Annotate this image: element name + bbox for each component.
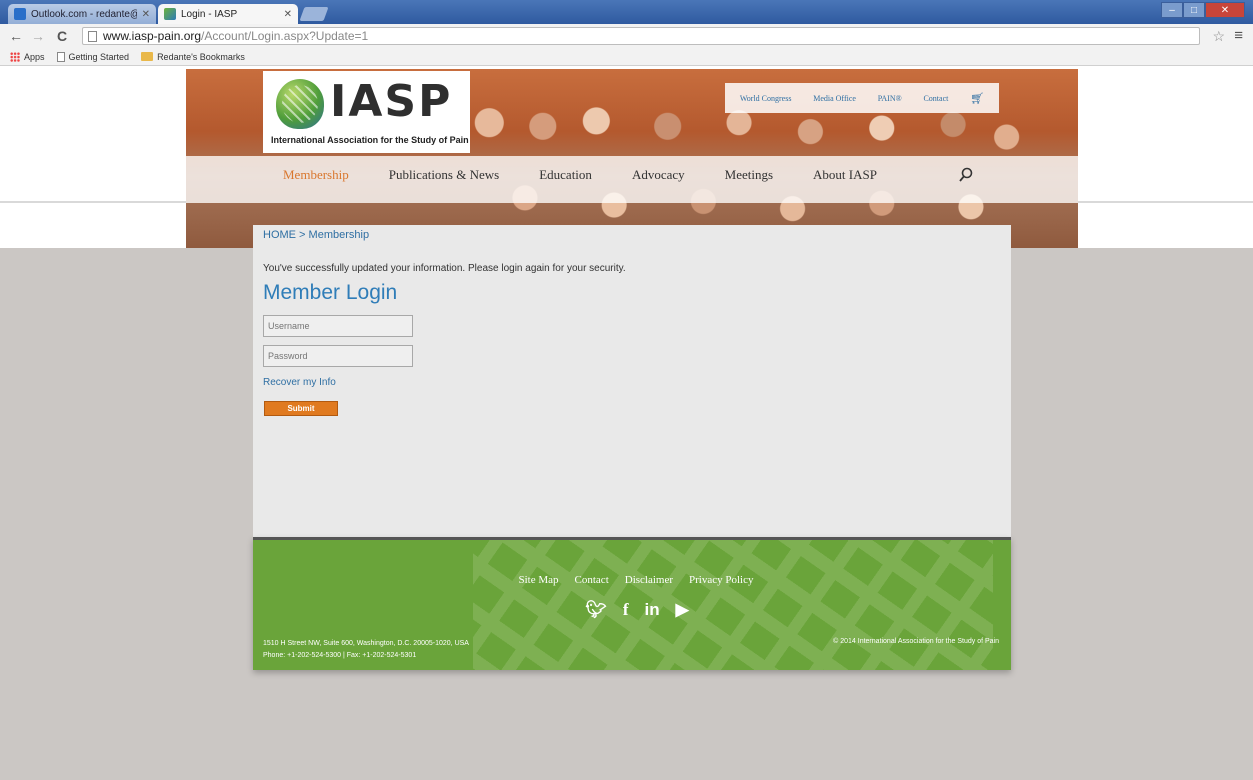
page-icon [56,51,65,62]
recover-info-link[interactable]: Recover my Info [263,377,336,388]
utility-nav: World Congress Media Office PAIN® Contac… [725,83,999,113]
tab-title: Login - IASP [181,8,238,20]
footer-link-site-map[interactable]: Site Map [519,574,559,586]
forward-arrow-icon[interactable]: → [30,28,46,44]
close-window-icon[interactable]: ✕ [1205,2,1245,18]
site-footer: Site Map Contact Disclaimer Privacy Poli… [253,537,1011,670]
bookmark-apps[interactable]: Apps [10,51,45,62]
url-path: /Account/Login.aspx?Update=1 [201,29,369,43]
url-host: www.iasp-pain.org [103,29,202,43]
footer-link-disclaimer[interactable]: Disclaimer [625,574,673,586]
twitter-icon[interactable]: 🐦︎ [585,600,607,620]
footer-address: 1510 H Street NW, Suite 600, Washington,… [263,638,469,662]
footer-link-contact[interactable]: Contact [575,574,609,586]
nav-publications-news[interactable]: Publications & News [389,167,500,183]
page-title: Member Login [263,281,398,304]
tab-title: Outlook.com - redante@ [31,8,137,20]
search-icon[interactable] [959,167,973,183]
password-input[interactable] [263,345,413,367]
close-tab-icon[interactable]: ✕ [284,9,292,20]
address-line: 1510 H Street NW, Suite 600, Washington,… [263,640,469,647]
social-links: 🐦︎ f in ▶ [253,600,1011,620]
footer-link-privacy-policy[interactable]: Privacy Policy [689,574,753,586]
reload-icon[interactable]: C [54,28,70,44]
logo-subtitle: International Association for the Study … [271,135,469,145]
nav-advocacy[interactable]: Advocacy [632,167,685,183]
browser-titlebar: Outlook.com - redante@ ✕ Login - IASP ✕ … [0,0,1253,24]
iasp-favicon-icon [164,8,176,20]
bookmarks-bar: Apps Getting Started Redante's Bookmarks [0,48,1253,66]
phone-line: Phone: +1-202-524-5300 | Fax: +1-202-524… [263,652,417,659]
nav-membership[interactable]: Membership [283,167,349,183]
footer-copyright: © 2014 International Association for the… [833,638,999,645]
window-controls: – □ ✕ [1161,2,1245,18]
menu-icon[interactable]: ≡ [1234,27,1243,44]
bookmark-folder[interactable]: Redante's Bookmarks [141,52,245,62]
nav-meetings[interactable]: Meetings [725,167,773,183]
logo-text: IASP [330,76,453,127]
address-bar[interactable]: www.iasp-pain.org/Account/Login.aspx?Upd… [82,27,1200,45]
youtube-icon[interactable]: ▶ [676,600,689,620]
back-arrow-icon[interactable]: ← [8,28,24,44]
submit-button[interactable]: Submit [264,401,338,416]
maximize-icon[interactable]: □ [1183,2,1205,18]
util-link-world-congress[interactable]: World Congress [740,94,792,103]
bookmark-label: Apps [24,51,45,62]
cart-icon[interactable]: 🛒︎ [970,92,984,105]
main-content: HOME > Membership You've successfully up… [253,225,1011,537]
username-input[interactable] [263,315,413,337]
page-icon [88,31,97,42]
browser-toolbar: ← → C www.iasp-pain.org/Account/Login.as… [0,24,1253,48]
main-nav: Membership Publications & News Education… [283,167,917,183]
linkedin-icon[interactable]: in [645,600,660,620]
outlook-icon [14,8,26,20]
bookmark-label: Getting Started [68,51,130,62]
folder-icon [141,52,154,61]
breadcrumb[interactable]: HOME > Membership [263,229,369,241]
nav-education[interactable]: Education [539,167,592,183]
bookmark-star-icon[interactable]: ☆ [1212,28,1225,45]
apps-grid-icon [10,51,20,62]
status-message: You've successfully updated your informa… [263,263,626,274]
facebook-icon[interactable]: f [623,600,629,620]
util-link-pain[interactable]: PAIN® [878,94,902,103]
new-tab-button[interactable] [299,7,329,21]
header-banner: IASP International Association for the S… [186,69,1078,248]
tab-outlook[interactable]: Outlook.com - redante@ ✕ [8,4,156,24]
close-tab-icon[interactable]: ✕ [142,9,150,20]
globe-logo-icon [276,79,324,129]
util-link-contact[interactable]: Contact [923,94,948,103]
tab-login-iasp[interactable]: Login - IASP ✕ [158,4,298,24]
site-logo[interactable]: IASP International Association for the S… [263,71,470,153]
bookmark-getting-started[interactable]: Getting Started [56,51,130,62]
bookmark-label: Redante's Bookmarks [157,51,245,62]
minimize-icon[interactable]: – [1161,2,1183,18]
util-link-media-office[interactable]: Media Office [813,94,856,103]
nav-about-iasp[interactable]: About IASP [813,167,877,183]
footer-links: Site Map Contact Disclaimer Privacy Poli… [253,574,1011,586]
